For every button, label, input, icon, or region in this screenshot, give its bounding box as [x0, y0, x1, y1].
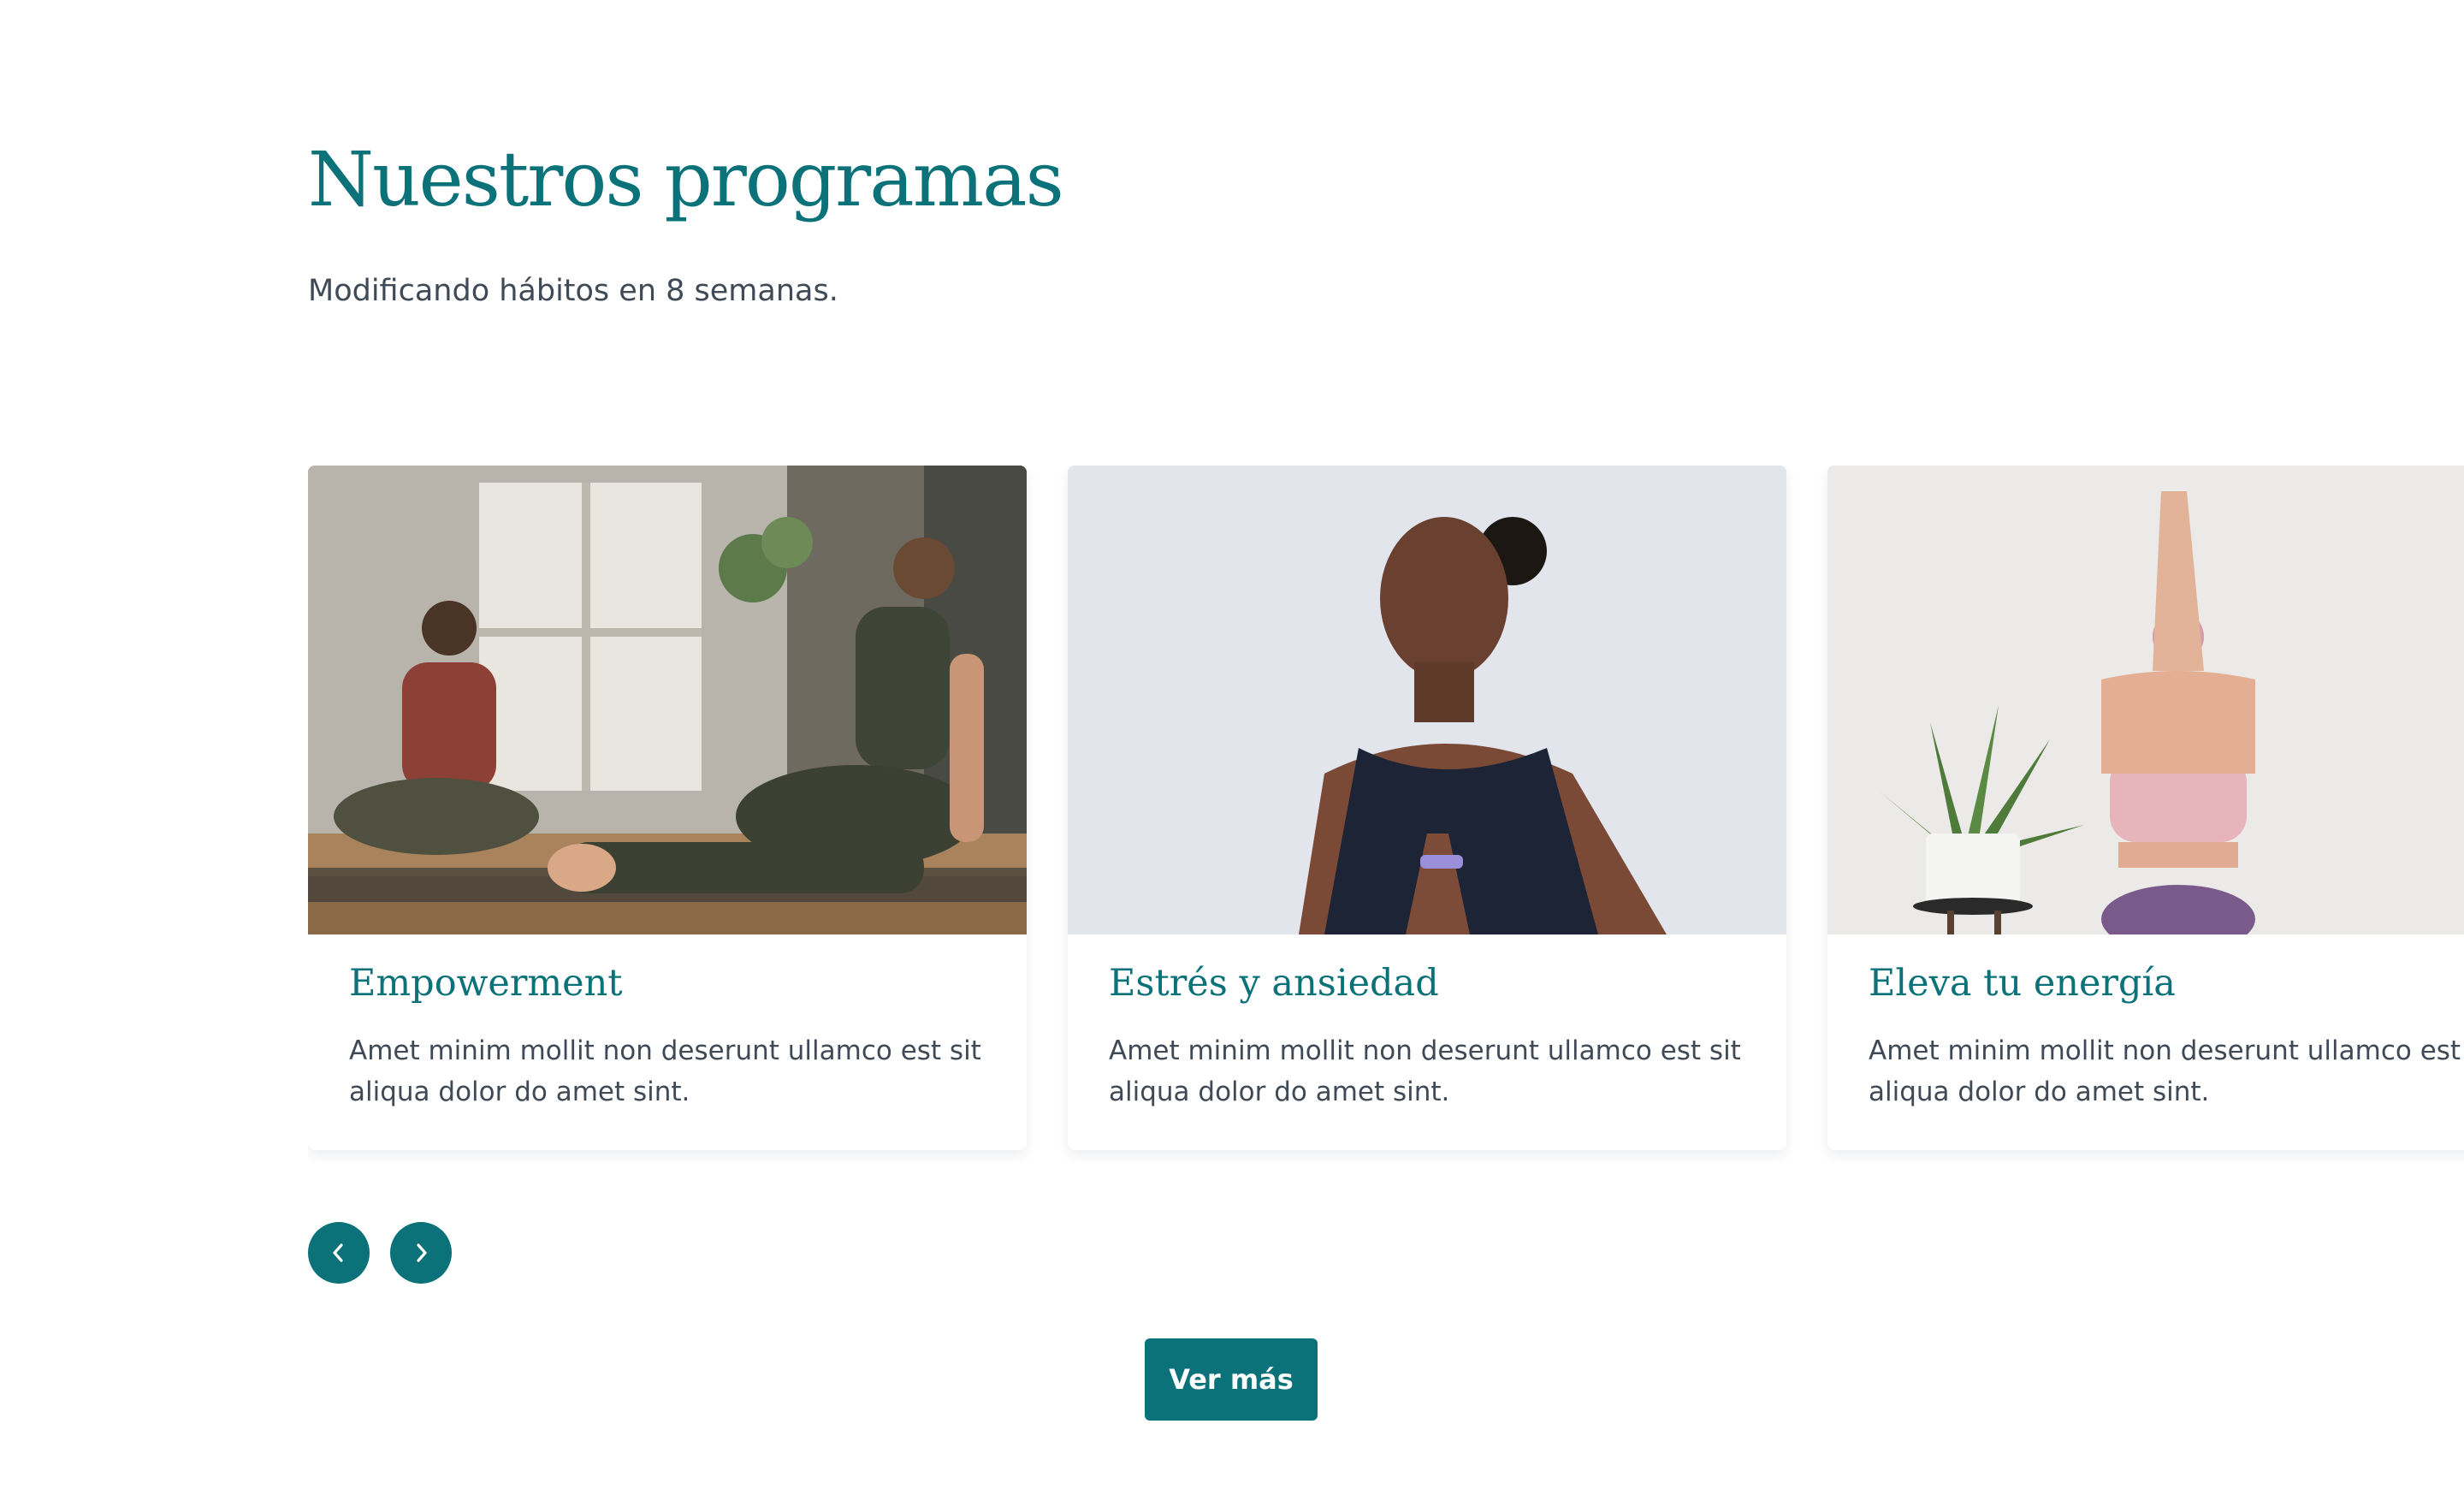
program-description-line: aliqua dolor do amet sint.	[349, 1077, 690, 1107]
program-title: Empowerment	[349, 962, 623, 1005]
see-more-button[interactable]: Ver más	[1145, 1338, 1318, 1421]
chevron-right-icon	[417, 1243, 427, 1262]
program-description: Amet minim mollit non deserunt ullamco e…	[1869, 1030, 2464, 1112]
section-subtitle: Modificando hábitos en 8 semanas.	[308, 274, 838, 308]
program-card-eleva-energia[interactable]: Eleva tu energía Amet minim mollit non d…	[1827, 466, 2464, 1150]
program-card-estres-ansiedad[interactable]: Estrés y ansiedad Amet minim mollit non …	[1068, 466, 1786, 1150]
program-card-empowerment[interactable]: Empowerment Amet minim mollit non deseru…	[308, 466, 1027, 1150]
program-title: Eleva tu energía	[1869, 962, 2176, 1005]
chevron-left-icon	[333, 1243, 343, 1262]
programs-carousel: Empowerment Amet minim mollit non deseru…	[308, 466, 2464, 1167]
program-image	[1068, 466, 1786, 934]
meditation-photo	[1068, 466, 1786, 934]
program-description: Amet minim mollit non deserunt ullamco e…	[349, 1030, 1016, 1112]
yoga-twist-photo	[308, 466, 1027, 934]
programs-section: Nuestros programas Modificando hábitos e…	[0, 0, 2464, 1501]
program-title: Estrés y ansiedad	[1109, 962, 1439, 1005]
eagle-pose-photo	[1827, 466, 2464, 934]
program-description-line: aliqua dolor do amet sint.	[1869, 1077, 2210, 1107]
program-image	[1827, 466, 2464, 934]
program-description-line: Amet minim mollit non deserunt ullamco e…	[1869, 1035, 2464, 1066]
carousel-next-button[interactable]	[390, 1222, 452, 1284]
program-description: Amet minim mollit non deserunt ullamco e…	[1109, 1030, 1776, 1112]
section-title: Nuestros programas	[308, 135, 1064, 223]
carousel-prev-button[interactable]	[308, 1222, 370, 1284]
program-image	[308, 466, 1027, 934]
program-description-line: Amet minim mollit non deserunt ullamco e…	[1109, 1035, 1741, 1066]
program-description-line: Amet minim mollit non deserunt ullamco e…	[349, 1035, 981, 1066]
program-description-line: aliqua dolor do amet sint.	[1109, 1077, 1450, 1107]
